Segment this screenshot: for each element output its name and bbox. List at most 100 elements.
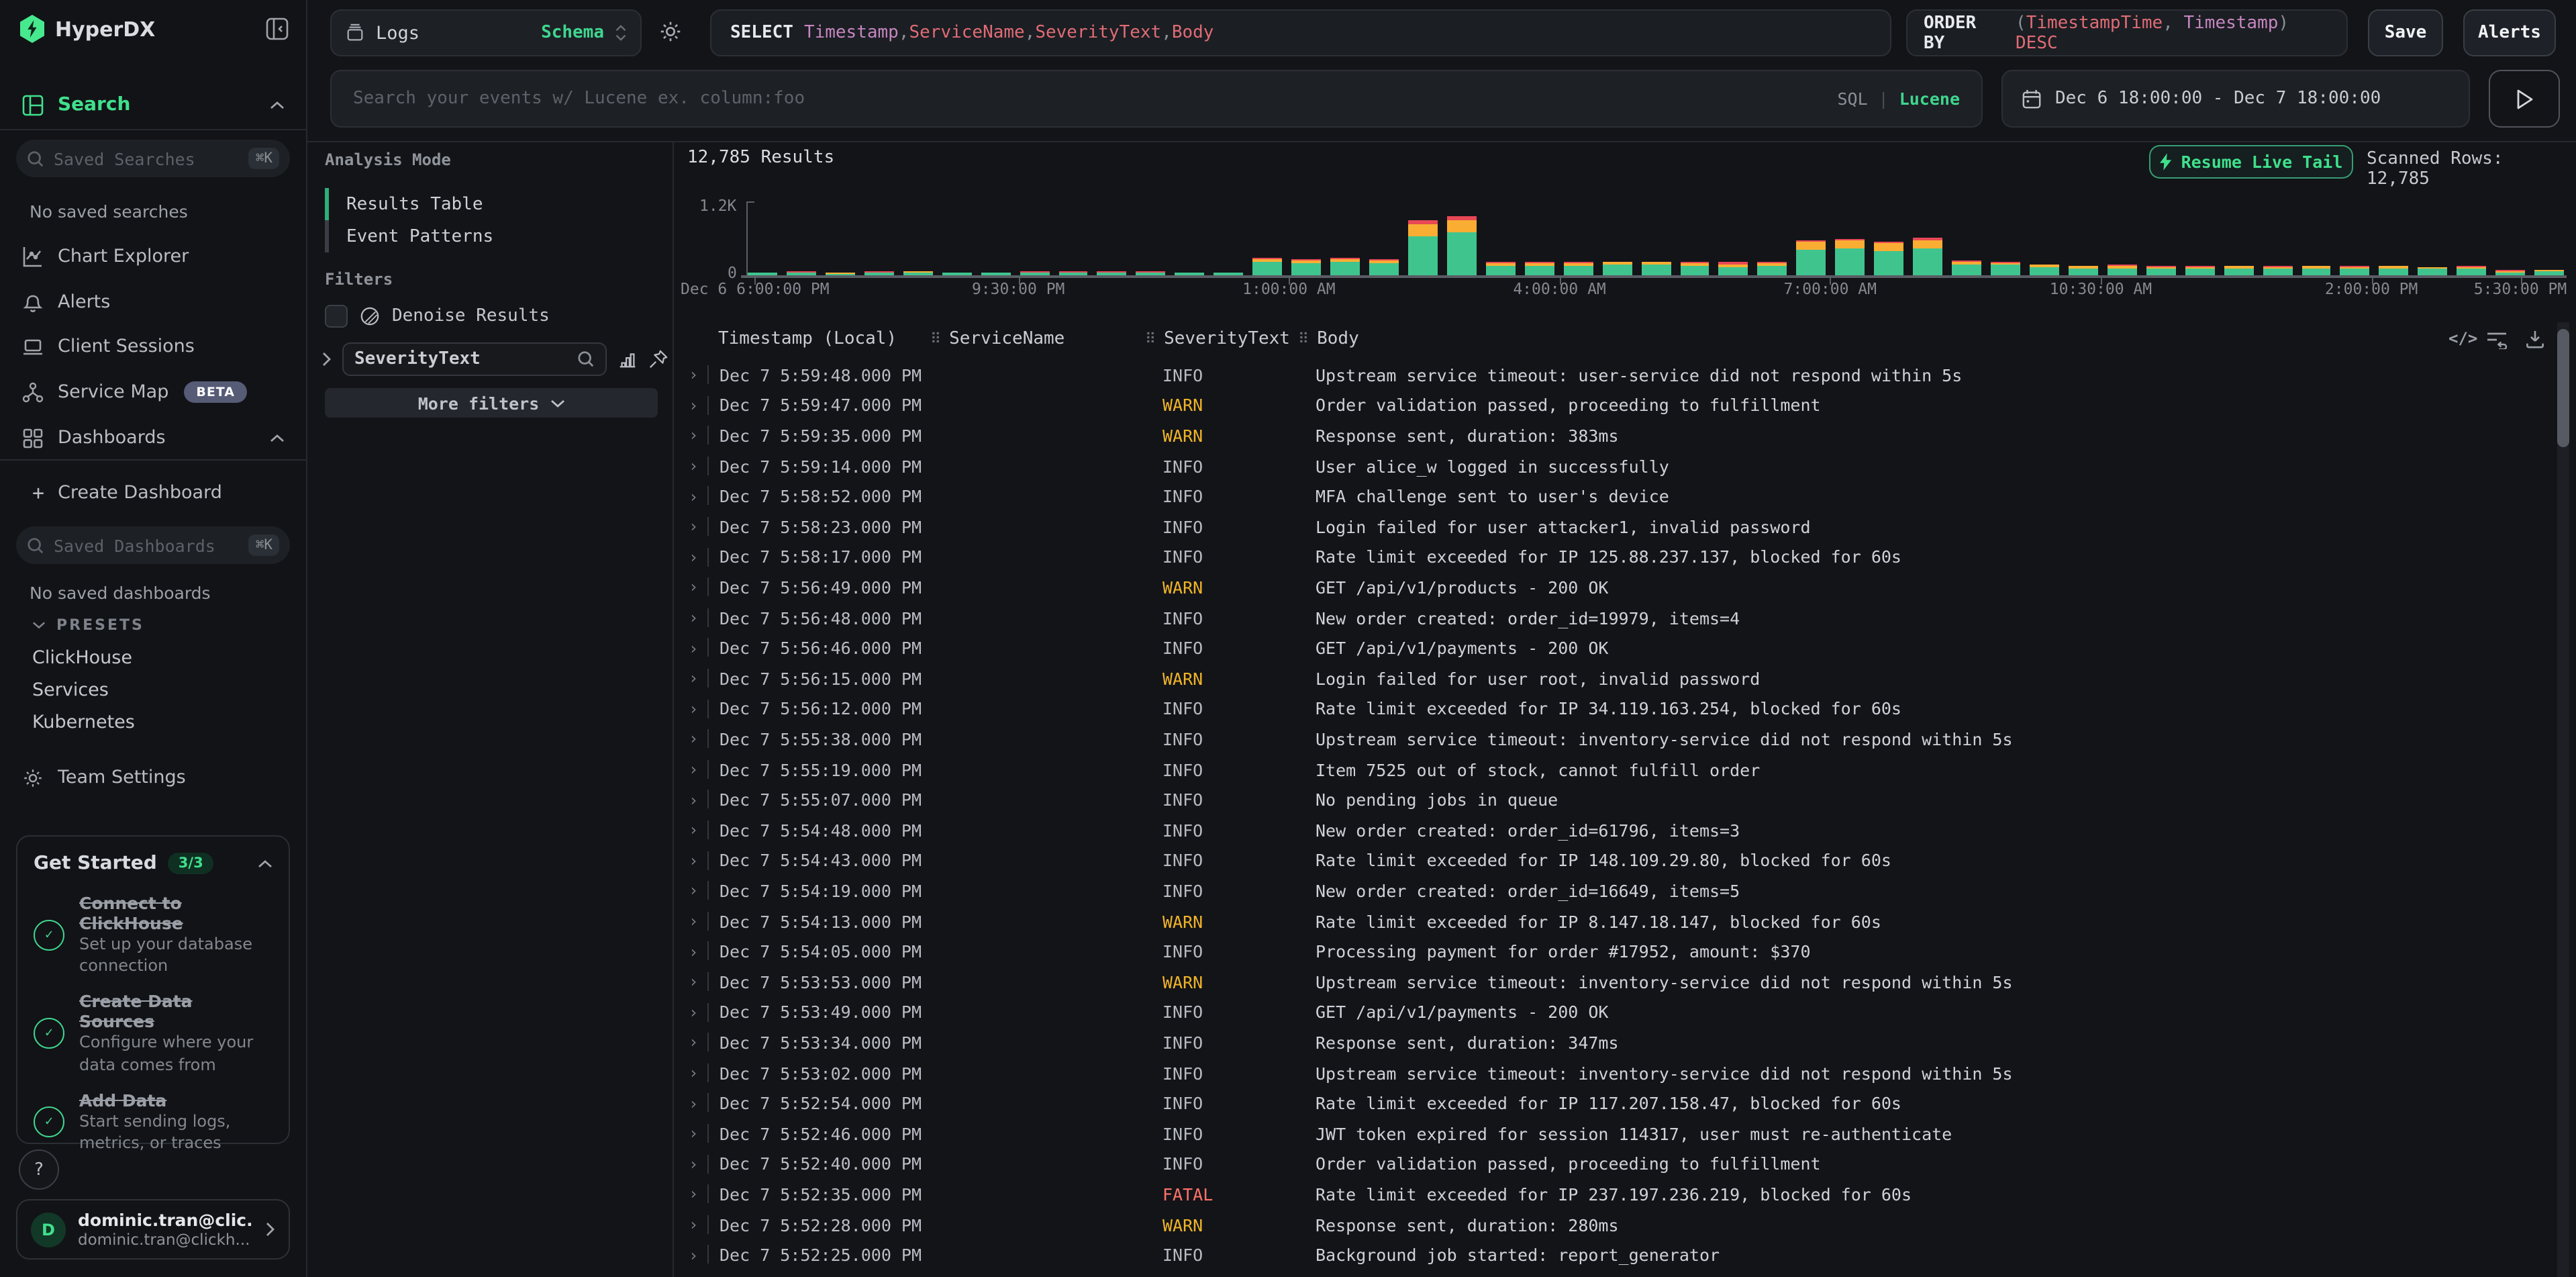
- histogram-bar[interactable]: [1447, 216, 1477, 275]
- histogram-bar[interactable]: [2146, 266, 2176, 275]
- histogram-bar[interactable]: [1836, 239, 1865, 276]
- histogram-bar[interactable]: [2457, 267, 2487, 275]
- get-started-item[interactable]: ✓ Connect to ClickHouse Set up your data…: [34, 893, 273, 977]
- log-row[interactable]: ›Dec 7 5:52:28.000 PMWARNResponse sent, …: [673, 1210, 2552, 1240]
- chevron-up-icon[interactable]: [270, 100, 285, 109]
- lang-sql[interactable]: SQL: [1837, 89, 1867, 109]
- drag-handle-icon[interactable]: ⠿: [1298, 330, 1309, 348]
- download-icon[interactable]: [2525, 329, 2545, 349]
- histogram-bar[interactable]: [1252, 258, 1282, 275]
- expand-row-icon[interactable]: ›: [689, 518, 698, 536]
- alerts-button[interactable]: Alerts: [2463, 9, 2556, 56]
- scrollbar-thumb[interactable]: [2557, 329, 2569, 447]
- log-row[interactable]: ›Dec 7 5:59:14.000 PMINFOUser alice_w lo…: [673, 451, 2552, 481]
- histogram-bar[interactable]: [1291, 259, 1321, 275]
- histogram[interactable]: [748, 201, 2564, 275]
- log-row[interactable]: ›Dec 7 5:52:46.000 PMINFOJWT token expir…: [673, 1119, 2552, 1149]
- log-row[interactable]: ›Dec 7 5:52:40.000 PMINFOOrder validatio…: [673, 1149, 2552, 1179]
- histogram-bar[interactable]: [1952, 261, 1981, 275]
- expand-row-icon[interactable]: ›: [689, 1215, 698, 1234]
- create-dashboard-button[interactable]: + Create Dashboard: [0, 473, 306, 513]
- log-row[interactable]: ›Dec 7 5:52:54.000 PMINFORate limit exce…: [673, 1088, 2552, 1119]
- expand-row-icon[interactable]: ›: [689, 608, 698, 627]
- save-button[interactable]: Save: [2368, 9, 2443, 56]
- expand-row-icon[interactable]: ›: [689, 669, 698, 688]
- date-range-picker[interactable]: Dec 6 18:00:00 - Dec 7 18:00:00: [2001, 70, 2470, 128]
- expand-row-icon[interactable]: ›: [689, 912, 698, 931]
- histogram-bar[interactable]: [2263, 266, 2292, 275]
- expand-row-icon[interactable]: ›: [689, 396, 698, 415]
- log-row[interactable]: ›Dec 7 5:59:48.000 PMINFOUpstream servic…: [673, 360, 2552, 390]
- histogram-bar[interactable]: [1486, 262, 1516, 275]
- log-row[interactable]: ›Dec 7 5:54:19.000 PMINFONew order creat…: [673, 876, 2552, 906]
- expand-row-icon[interactable]: ›: [689, 1245, 698, 1264]
- log-row[interactable]: ›Dec 7 5:52:25.000 PMINFOBackground job …: [673, 1240, 2552, 1270]
- expand-row-icon[interactable]: ›: [689, 1094, 698, 1113]
- histogram-bar[interactable]: [1330, 258, 1360, 275]
- sidebar-item-client-sessions[interactable]: Client Sessions: [0, 326, 306, 367]
- histogram-bar[interactable]: [2030, 265, 2059, 275]
- chevron-up-icon[interactable]: [270, 433, 285, 442]
- log-row[interactable]: ›Dec 7 5:56:12.000 PMINFORate limit exce…: [673, 694, 2552, 724]
- histogram-bar[interactable]: [2108, 265, 2137, 275]
- text-wrap-icon[interactable]: [2486, 330, 2508, 349]
- log-row[interactable]: ›Dec 7 5:53:49.000 PMINFOGET /api/v1/pay…: [673, 997, 2552, 1027]
- preset-kubernetes[interactable]: Kubernetes: [32, 712, 135, 733]
- presets-toggle[interactable]: PRESETS: [32, 616, 144, 634]
- log-row[interactable]: ›Dec 7 5:54:43.000 PMINFORate limit exce…: [673, 845, 2552, 876]
- resume-live-tail-button[interactable]: Resume Live Tail: [2149, 145, 2353, 179]
- histogram-bar[interactable]: [1563, 262, 1593, 275]
- expand-row-icon[interactable]: ›: [689, 760, 698, 779]
- log-row[interactable]: ›Dec 7 5:54:13.000 PMWARNRate limit exce…: [673, 906, 2552, 937]
- orderby-clause-input[interactable]: ORDER BY (TimestampTime, Timestamp) DESC: [1906, 9, 2348, 56]
- expand-row-icon[interactable]: ›: [689, 851, 698, 870]
- expand-row-icon[interactable]: ›: [689, 487, 698, 506]
- more-filters-button[interactable]: More filters: [325, 388, 658, 418]
- preset-clickhouse[interactable]: ClickHouse: [32, 647, 132, 669]
- log-row[interactable]: ›Dec 7 5:55:19.000 PMINFOItem 7525 out o…: [673, 755, 2552, 785]
- log-row[interactable]: ›Dec 7 5:55:38.000 PMINFOUpstream servic…: [673, 724, 2552, 754]
- log-row[interactable]: ›Dec 7 5:58:23.000 PMINFOLogin failed fo…: [673, 512, 2552, 542]
- log-row[interactable]: ›Dec 7 5:52:35.000 PMFATALRate limit exc…: [673, 1179, 2552, 1209]
- histogram-bar[interactable]: [1758, 263, 1787, 275]
- get-started-item[interactable]: ✓ Add Data Start sending logs, metrics, …: [34, 1090, 273, 1154]
- expand-row-icon[interactable]: ›: [689, 821, 698, 840]
- saved-dashboards-input[interactable]: Saved Dashboards ⌘K: [16, 526, 290, 564]
- denoise-checkbox[interactable]: [325, 305, 348, 328]
- histogram-bar[interactable]: [1874, 241, 1903, 275]
- histogram-bar[interactable]: [2185, 266, 2214, 275]
- log-row[interactable]: ›Dec 7 5:53:34.000 PMINFOResponse sent, …: [673, 1027, 2552, 1057]
- column-header-severitytext[interactable]: ⠿SeverityText: [1145, 329, 1290, 349]
- log-row[interactable]: ›Dec 7 5:55:07.000 PMINFONo pending jobs…: [673, 785, 2552, 815]
- chevron-right-icon[interactable]: [322, 352, 332, 367]
- filter-group-box[interactable]: SeverityText: [342, 342, 607, 376]
- help-button[interactable]: ?: [19, 1149, 59, 1190]
- expand-row-icon[interactable]: ›: [689, 366, 698, 385]
- expand-row-icon[interactable]: ›: [689, 1033, 698, 1052]
- expand-row-icon[interactable]: ›: [689, 426, 698, 445]
- expand-row-icon[interactable]: ›: [689, 973, 698, 992]
- schema-link[interactable]: Schema: [541, 23, 604, 43]
- histogram-bar[interactable]: [2379, 265, 2409, 275]
- run-query-button[interactable]: [2489, 70, 2560, 128]
- log-row[interactable]: ›Dec 7 5:56:48.000 PMINFONew order creat…: [673, 603, 2552, 633]
- log-row[interactable]: ›Dec 7 5:56:49.000 PMWARNGET /api/v1/pro…: [673, 572, 2552, 602]
- histogram-bar[interactable]: [1369, 259, 1399, 275]
- mode-event-patterns[interactable]: Event Patterns: [346, 227, 493, 247]
- expand-row-icon[interactable]: ›: [689, 942, 698, 961]
- log-row[interactable]: ›Dec 7 5:54:48.000 PMINFONew order creat…: [673, 815, 2552, 845]
- column-header-body[interactable]: ⠿Body: [1298, 329, 1359, 349]
- sidebar-item-dashboards[interactable]: Dashboards: [0, 418, 306, 458]
- drag-handle-icon[interactable]: ⠿: [930, 330, 941, 348]
- log-row[interactable]: ›Dec 7 5:59:47.000 PMWARNOrder validatio…: [673, 390, 2552, 420]
- histogram-bar[interactable]: [1797, 240, 1826, 275]
- histogram-bar[interactable]: [1680, 263, 1710, 275]
- histogram-bar[interactable]: [2340, 266, 2370, 275]
- source-selector[interactable]: Logs Schema: [330, 9, 642, 56]
- sidebar-item-chart-explorer[interactable]: Chart Explorer: [0, 236, 306, 277]
- sidebar-item-alerts[interactable]: Alerts: [0, 282, 306, 322]
- log-row[interactable]: ›Dec 7 5:56:15.000 PMWARNLogin failed fo…: [673, 663, 2552, 694]
- log-row[interactable]: ›Dec 7 5:58:17.000 PMINFORate limit exce…: [673, 542, 2552, 572]
- expand-row-icon[interactable]: ›: [689, 638, 698, 657]
- log-row[interactable]: ›Dec 7 5:59:35.000 PMWARNResponse sent, …: [673, 420, 2552, 451]
